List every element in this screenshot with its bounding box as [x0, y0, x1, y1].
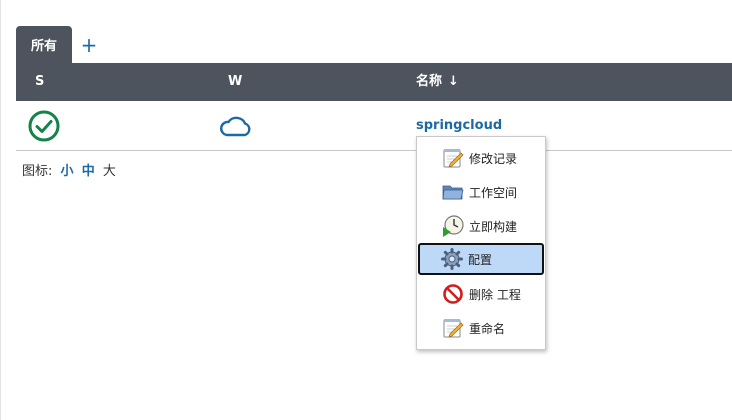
icon-size-legend: 图标: 小 中 大 — [22, 160, 116, 179]
gear-icon — [441, 248, 463, 270]
menu-item-configure[interactable]: 配置 — [418, 243, 544, 275]
success-check-icon — [28, 110, 60, 142]
menu-item-label: 修改记录 — [469, 151, 518, 166]
table-row: springcloud — [16, 101, 732, 151]
menu-item-label: 重命名 — [469, 321, 506, 336]
tab-all-label: 所有 — [30, 39, 57, 54]
no-entry-icon — [443, 284, 463, 304]
column-header-status[interactable]: S — [35, 63, 44, 101]
menu-item-workspace[interactable]: 工作空间 — [419, 177, 541, 207]
menu-item-label: 删除 工程 — [469, 287, 521, 302]
column-header-name[interactable]: 名称 ↓ — [416, 63, 459, 101]
context-menu: 修改记录 工作空间 立即构建 配置 删除 工程 重命名 — [416, 136, 546, 350]
job-name-link[interactable]: springcloud — [416, 118, 502, 133]
tab-all[interactable]: 所有 — [16, 26, 72, 63]
menu-item-rename[interactable]: 重命名 — [419, 313, 541, 343]
sort-down-icon: ↓ — [448, 74, 459, 89]
folder-icon — [442, 185, 464, 200]
add-tab-button[interactable]: + — [80, 33, 98, 57]
left-border — [0, 0, 1, 420]
icon-size-large[interactable]: 大 — [103, 164, 116, 179]
menu-item-changes[interactable]: 修改记录 — [419, 143, 541, 173]
column-header-name-label: 名称 — [416, 74, 443, 89]
icon-size-small[interactable]: 小 — [61, 164, 74, 179]
menu-item-label: 配置 — [468, 252, 493, 267]
notepad-icon — [443, 319, 464, 338]
icon-size-medium[interactable]: 中 — [82, 164, 95, 179]
clock-play-icon — [443, 215, 464, 237]
cloud-icon — [220, 116, 251, 137]
notepad-icon — [443, 149, 464, 168]
column-header-weather[interactable]: W — [228, 63, 242, 101]
icon-size-label: 图标: — [22, 164, 53, 179]
menu-item-build-now[interactable]: 立即构建 — [419, 211, 541, 241]
table-header: S W 名称 ↓ — [16, 63, 732, 101]
menu-item-label: 工作空间 — [469, 185, 518, 200]
menu-item-label: 立即构建 — [469, 219, 518, 234]
menu-item-delete-project[interactable]: 删除 工程 — [419, 279, 541, 309]
